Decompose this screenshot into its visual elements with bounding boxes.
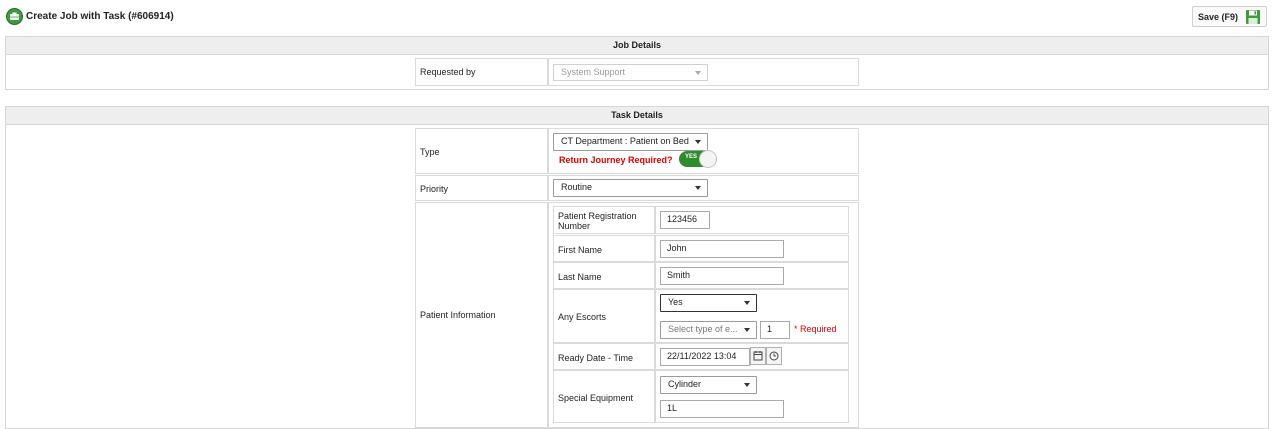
escort-count-field[interactable]: 1 bbox=[760, 321, 790, 339]
last-name-label-cell: Last Name bbox=[553, 262, 655, 289]
save-button[interactable]: Save (F9) bbox=[1192, 6, 1267, 27]
equipment-amount-field[interactable]: 1L bbox=[660, 400, 784, 418]
registration-label-cell: Patient Registration Number bbox=[553, 206, 655, 234]
priority-select[interactable]: Routine bbox=[553, 179, 708, 197]
escorts-label-cell: Any Escorts bbox=[553, 289, 655, 343]
priority-value: Routine bbox=[561, 182, 593, 192]
equipment-value: Cylinder bbox=[668, 379, 702, 389]
equipment-value-cell: Cylinder 1L bbox=[655, 370, 849, 423]
patient-info-label: Patient Information bbox=[420, 310, 496, 320]
patient-info-label-cell: Patient Information bbox=[415, 202, 548, 428]
priority-label-cell: Priority bbox=[415, 175, 548, 201]
task-details-heading: Task Details bbox=[6, 107, 1268, 125]
priority-label: Priority bbox=[420, 184, 449, 194]
job-details-heading: Job Details bbox=[6, 37, 1268, 55]
equipment-select[interactable]: Cylinder bbox=[660, 376, 757, 394]
escorts-value-cell: Yes Select type of e... 1 * Required bbox=[655, 289, 849, 343]
save-button-label: Save (F9) bbox=[1198, 12, 1239, 22]
chevron-down-icon bbox=[744, 301, 750, 305]
return-journey-label: Return Journey Required? bbox=[559, 155, 673, 165]
job-task-logo-icon bbox=[6, 8, 23, 25]
chevron-down-icon bbox=[695, 140, 701, 144]
registration-label-line1: Patient Registration bbox=[558, 211, 637, 221]
equipment-label-cell: Special Equipment bbox=[553, 370, 655, 423]
escort-type-select[interactable]: Select type of e... bbox=[660, 321, 757, 339]
last-name-field[interactable]: Smith bbox=[660, 267, 784, 285]
toggle-knob bbox=[699, 150, 717, 168]
registration-label-line2: Number bbox=[558, 221, 591, 231]
requested-by-label-cell: Requested by bbox=[415, 58, 548, 86]
last-name-label: Last Name bbox=[558, 272, 602, 282]
equipment-label: Special Equipment bbox=[558, 393, 634, 403]
first-name-label: First Name bbox=[558, 245, 603, 255]
requested-by-label: Requested by bbox=[420, 67, 476, 77]
chevron-down-icon bbox=[744, 383, 750, 387]
type-label: Type bbox=[420, 147, 440, 157]
ready-label: Ready Date - Time bbox=[558, 353, 634, 363]
last-name-value-cell: Smith bbox=[655, 262, 849, 289]
first-name-value-cell: John bbox=[655, 235, 849, 262]
type-value: CT Department : Patient on Bed bbox=[561, 136, 689, 146]
chevron-down-icon bbox=[744, 328, 750, 332]
requested-by-value: System Support bbox=[561, 67, 626, 77]
chevron-down-icon bbox=[695, 186, 701, 190]
chevron-down-icon bbox=[695, 71, 701, 75]
toggle-yes-text: YES bbox=[685, 154, 698, 160]
escorts-label: Any Escorts bbox=[558, 312, 607, 322]
calendar-icon bbox=[753, 351, 763, 361]
escorts-value: Yes bbox=[668, 297, 683, 307]
ready-datetime-field[interactable]: 22/11/2022 13:04 bbox=[660, 348, 750, 366]
type-select[interactable]: CT Department : Patient on Bed bbox=[553, 133, 708, 151]
page-title: Create Job with Task (#606914) bbox=[26, 11, 174, 22]
escort-type-placeholder: Select type of e... bbox=[668, 324, 738, 334]
escorts-select[interactable]: Yes bbox=[660, 294, 757, 312]
first-name-field[interactable]: John bbox=[660, 240, 784, 258]
ready-label-cell: Ready Date - Time bbox=[553, 343, 655, 370]
registration-number-field[interactable]: 123456 bbox=[660, 211, 710, 229]
first-name-label-cell: First Name bbox=[553, 235, 655, 262]
requested-by-value-cell: System Support bbox=[548, 58, 859, 86]
clock-button[interactable] bbox=[766, 347, 782, 365]
type-label-cell: Type bbox=[415, 128, 548, 174]
required-text: * Required bbox=[794, 324, 837, 334]
registration-value-cell: 123456 bbox=[655, 206, 849, 234]
clock-icon bbox=[769, 351, 779, 361]
priority-value-cell: Routine bbox=[548, 175, 859, 201]
calendar-button[interactable] bbox=[750, 347, 766, 365]
requested-by-select[interactable]: System Support bbox=[553, 64, 708, 81]
floppy-disk-icon bbox=[1246, 10, 1260, 24]
return-journey-toggle[interactable]: YES bbox=[679, 150, 717, 168]
